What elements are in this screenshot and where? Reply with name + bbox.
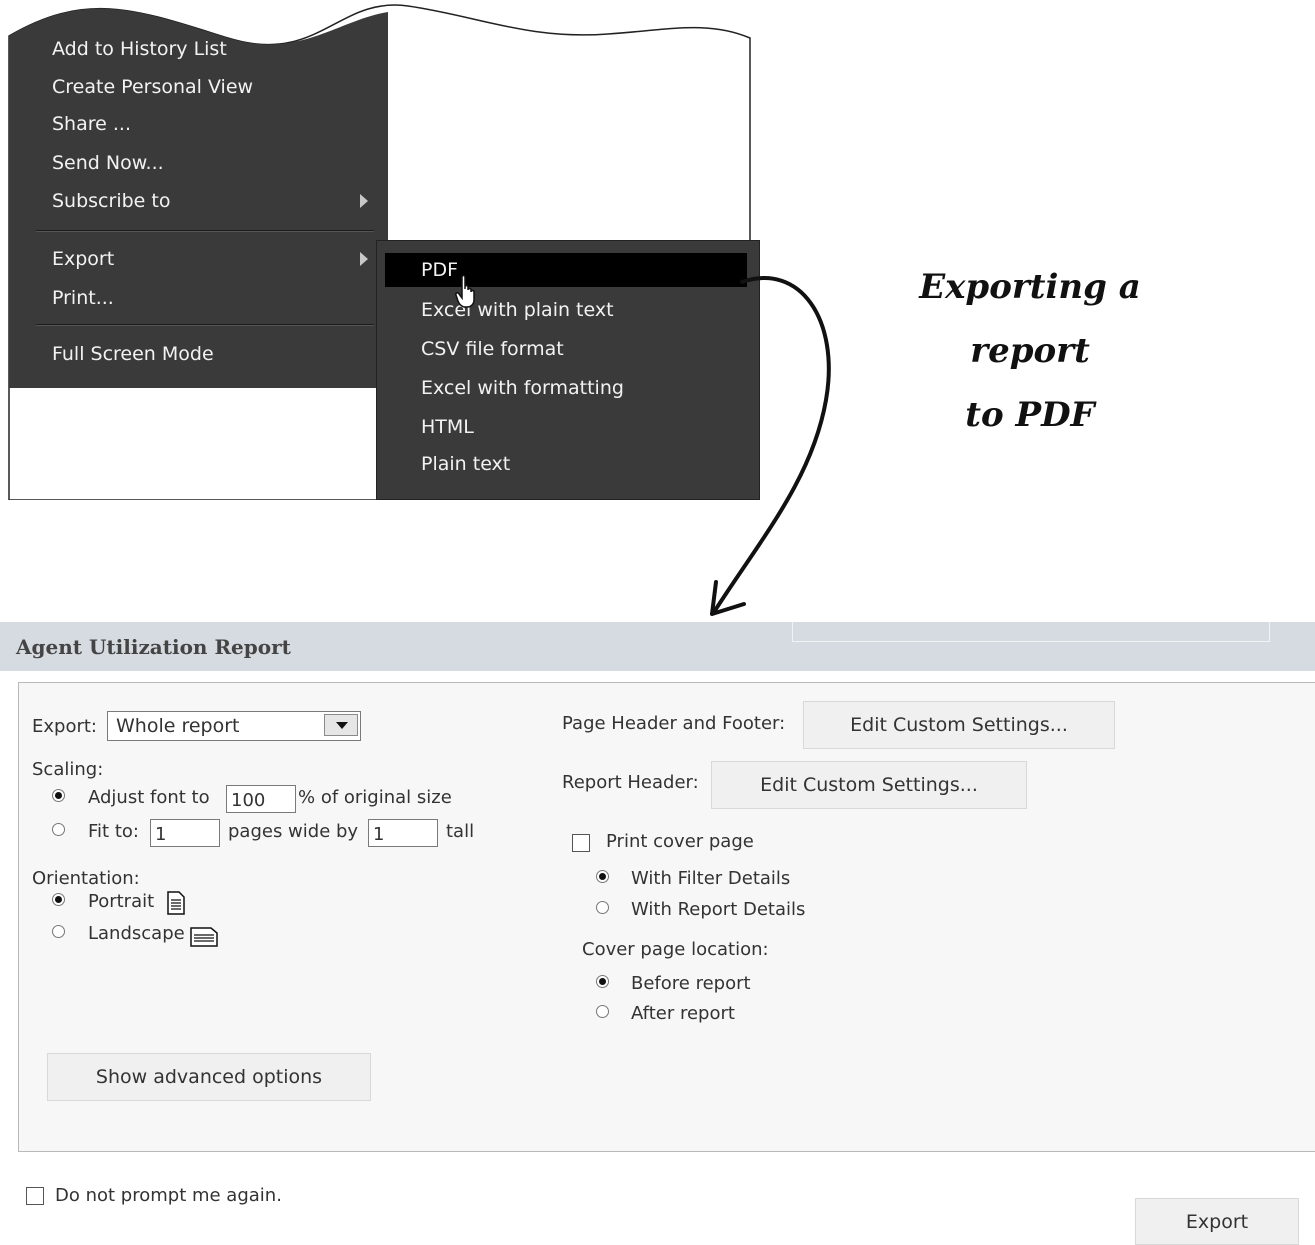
export-button[interactable]: Export [1135, 1198, 1299, 1245]
with-filter-label: With Filter Details [631, 868, 791, 889]
export-scope-value: Whole report [116, 715, 240, 737]
curved-arrow-icon [710, 276, 831, 616]
radio-before-report[interactable] [596, 975, 609, 988]
edit-report-header-button[interactable]: Edit Custom Settings... [711, 761, 1027, 809]
page-header-footer-label: Page Header and Footer: [562, 713, 786, 734]
report-header-label: Report Header: [562, 772, 699, 793]
adjust-font-suffix: % of original size [298, 787, 452, 808]
with-report-label: With Report Details [631, 899, 806, 920]
do-not-prompt-checkbox[interactable] [26, 1187, 44, 1205]
portrait-label: Portrait [88, 891, 155, 912]
fit-to-label: Fit to: [88, 821, 139, 842]
landscape-page-icon [190, 927, 218, 947]
radio-fit-to[interactable] [52, 823, 65, 836]
pages-wide-input[interactable]: 1 [150, 819, 220, 847]
radio-adjust-font[interactable] [52, 789, 65, 802]
font-percent-input[interactable]: 100 [226, 785, 296, 813]
radio-with-filter-details[interactable] [596, 870, 609, 883]
print-cover-label: Print cover page [606, 831, 754, 852]
export-scope-select[interactable]: Whole report [107, 711, 361, 741]
radio-landscape[interactable] [52, 925, 65, 938]
chevron-down-icon[interactable] [324, 714, 358, 736]
dialog-title: Agent Utilization Report [16, 635, 291, 659]
do-not-prompt-label: Do not prompt me again. [55, 1185, 282, 1206]
landscape-label: Landscape [88, 923, 185, 944]
edit-header-footer-button[interactable]: Edit Custom Settings... [803, 701, 1115, 749]
export-label: Export: [32, 716, 97, 737]
portrait-page-icon [167, 891, 185, 915]
scaling-label: Scaling: [32, 759, 104, 780]
print-cover-checkbox[interactable] [572, 834, 590, 852]
tall-label: tall [446, 821, 475, 842]
before-report-label: Before report [631, 973, 751, 994]
radio-with-report-details[interactable] [596, 901, 609, 914]
adjust-font-label: Adjust font to [88, 787, 210, 808]
radio-after-report[interactable] [596, 1005, 609, 1018]
orientation-label: Orientation: [32, 868, 140, 889]
show-advanced-options-button[interactable]: Show advanced options [47, 1053, 371, 1101]
radio-portrait[interactable] [52, 893, 65, 906]
cover-location-label: Cover page location: [582, 939, 769, 960]
export-options-panel: Export: Whole report Scaling: Adjust fon… [18, 682, 1315, 1152]
after-report-label: After report [631, 1003, 735, 1024]
title-bar-inset [792, 622, 1270, 642]
pages-tall-input[interactable]: 1 [368, 819, 438, 847]
pages-wide-label: pages wide by [228, 821, 359, 842]
